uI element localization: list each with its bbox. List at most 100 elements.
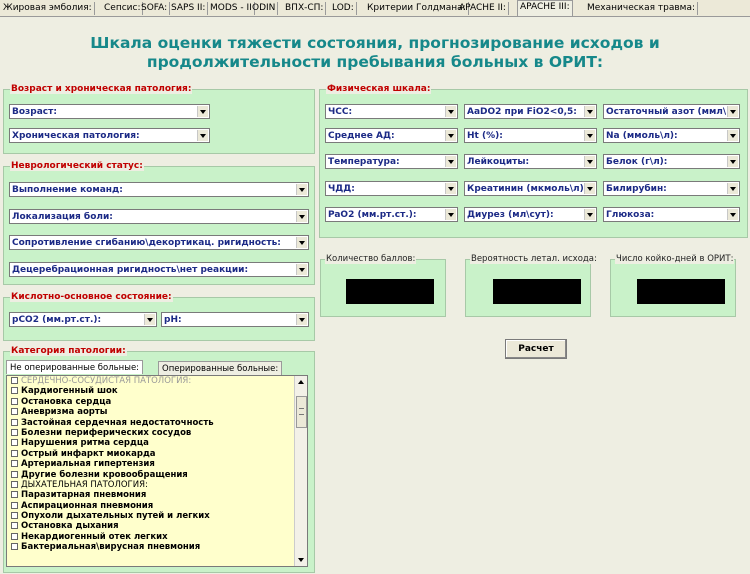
decerebrate-select[interactable]: Децеребрационная ригидность\нет реакции: (9, 262, 309, 277)
chevron-down-icon[interactable] (584, 106, 595, 117)
list-item[interactable]: Аневризма аорты (7, 407, 307, 417)
tab-odin[interactable]: ODIN (250, 2, 279, 15)
chevron-down-icon[interactable] (445, 209, 456, 220)
list-item[interactable]: Аспирационная пневмония (7, 501, 307, 511)
list-item[interactable]: Застойная сердечная недостаточность (7, 418, 307, 428)
tab-apache2[interactable]: APACHE II: (457, 2, 509, 15)
chevron-down-icon[interactable] (727, 183, 738, 194)
sodium-select[interactable]: Na (ммоль\л): (603, 128, 740, 143)
wbc-select[interactable]: Лейкоциты: (464, 154, 597, 169)
chevron-down-icon[interactable] (296, 211, 307, 222)
bun-select[interactable]: Остаточный азот (ммл\л): (603, 104, 740, 119)
tab-mechanical-trauma[interactable]: Механическая травма: (585, 2, 699, 15)
checkbox[interactable] (11, 501, 18, 509)
chevron-down-icon[interactable] (445, 156, 456, 167)
checkbox[interactable] (11, 418, 18, 426)
tab-sofa[interactable]: SOFA: (139, 2, 171, 15)
list-item[interactable]: Бактериальная\вирусная пневмония (7, 542, 307, 552)
tab-non-operated[interactable]: Не оперированные больные: (6, 360, 144, 374)
list-scrollbar[interactable] (294, 376, 307, 566)
pao2-select[interactable]: PaO2 (мм.рт.ст.): (325, 207, 458, 222)
pco2-select[interactable]: рCO2 (мм.рт.ст.): (9, 312, 157, 327)
diuresis-select[interactable]: Диурез (мл\сут): (464, 207, 597, 222)
decorticate-select[interactable]: Сопротивление сгибанию\декортикац. ригид… (9, 235, 309, 250)
tab-operated[interactable]: Оперированные больные: (158, 361, 283, 375)
chevron-down-icon[interactable] (584, 183, 595, 194)
list-item[interactable]: Болезни периферических сосудов (7, 428, 307, 438)
chevron-down-icon[interactable] (727, 106, 738, 117)
chevron-down-icon[interactable] (584, 209, 595, 220)
creatinine-select[interactable]: Креатинин (мкмоль\л): (464, 181, 597, 196)
glucose-select[interactable]: Глюкоза: (603, 207, 740, 222)
checkbox[interactable] (11, 387, 18, 395)
checkbox[interactable] (11, 449, 18, 457)
checkbox[interactable] (11, 491, 18, 499)
pathology-list[interactable]: СЕРДЕЧНО-СОСУДИСТАЯ ПАТОЛОГИЯ: Кардиогенн… (6, 375, 308, 567)
chevron-down-icon[interactable] (296, 314, 307, 325)
chevron-down-icon[interactable] (727, 209, 738, 220)
ph-select[interactable]: pH: (161, 312, 309, 327)
chevron-down-icon[interactable] (144, 314, 155, 325)
tab-fat-embolism[interactable]: Жировая эмболия: (1, 2, 95, 15)
rr-select[interactable]: ЧДД: (325, 181, 458, 196)
list-item[interactable]: Кардиогенный шок (7, 386, 307, 396)
tab-saps2[interactable]: SAPS II: (169, 2, 209, 15)
temperature-select[interactable]: Температура: (325, 154, 458, 169)
chevron-down-icon[interactable] (584, 156, 595, 167)
checkbox[interactable] (11, 532, 18, 540)
list-item[interactable]: Опухоли дыхательных путей и легких (7, 511, 307, 521)
list-item[interactable]: Паразитарная пневмония (7, 490, 307, 500)
protein-select[interactable]: Белок (г\л): (603, 154, 740, 169)
chronic-pathology-select[interactable]: Хроническая патология: (9, 128, 210, 143)
tab-mods2[interactable]: MODS - II (208, 2, 255, 15)
list-item[interactable]: Остановка дыхания (7, 521, 307, 531)
list-category-header[interactable]: ДЫХАТЕЛЬНАЯ ПАТОЛОГИЯ: (7, 480, 307, 490)
checkbox[interactable] (11, 377, 18, 384)
chevron-down-icon[interactable] (445, 130, 456, 141)
chevron-down-icon[interactable] (445, 183, 456, 194)
checkbox[interactable] (11, 470, 18, 478)
chevron-down-icon[interactable] (296, 237, 307, 248)
checkbox[interactable] (11, 512, 18, 520)
checkbox[interactable] (11, 522, 18, 530)
checkbox[interactable] (11, 408, 18, 416)
chevron-down-icon[interactable] (445, 106, 456, 117)
bilirubin-select[interactable]: Билирубин: (603, 181, 740, 196)
checkbox[interactable] (11, 428, 18, 436)
chevron-down-icon[interactable] (727, 156, 738, 167)
checkbox[interactable] (11, 397, 18, 405)
chevron-down-icon[interactable] (197, 130, 208, 141)
commands-select[interactable]: Выполнение команд: (9, 182, 309, 197)
scroll-thumb[interactable] (296, 396, 307, 428)
checkbox[interactable] (11, 480, 18, 488)
list-category-header[interactable]: СЕРДЕЧНО-СОСУДИСТАЯ ПАТОЛОГИЯ: (7, 376, 307, 386)
hr-select[interactable]: ЧСС: (325, 104, 458, 119)
checkbox[interactable] (11, 543, 18, 551)
tab-vph-sp[interactable]: ВПХ-СП: (283, 2, 327, 15)
list-item[interactable]: Остановка сердца (7, 397, 307, 407)
map-select[interactable]: Среднее АД: (325, 128, 458, 143)
list-item[interactable]: Некардиогенный отек легких (7, 532, 307, 542)
list-item[interactable]: Нарушения ритма сердца (7, 438, 307, 448)
tab-lod[interactable]: LOD: (330, 2, 357, 15)
pain-localization-select[interactable]: Локализация боли: (9, 209, 309, 224)
chevron-down-icon[interactable] (197, 106, 208, 117)
chevron-down-icon[interactable] (584, 130, 595, 141)
scroll-down-icon[interactable] (295, 555, 307, 566)
checkbox[interactable] (11, 439, 18, 447)
aado2-select[interactable]: AaDO2 при FiO2<0,5: (464, 104, 597, 119)
tab-sepsis[interactable]: Сепсис: (102, 2, 144, 15)
chevron-down-icon[interactable] (296, 184, 307, 195)
calculate-button[interactable]: Расчет (505, 339, 567, 359)
scroll-up-icon[interactable] (295, 376, 307, 387)
list-item[interactable]: Артериальная гипертензия (7, 459, 307, 469)
list-item[interactable]: Другие болезни кровообращения (7, 470, 307, 480)
age-select[interactable]: Возраст: (9, 104, 210, 119)
chevron-down-icon[interactable] (727, 130, 738, 141)
chevron-down-icon[interactable] (296, 264, 307, 275)
tab-goldman[interactable]: Критерии Голдмана: (365, 2, 469, 15)
ht-select[interactable]: Ht (%): (464, 128, 597, 143)
list-item[interactable]: Острый инфаркт миокарда (7, 449, 307, 459)
tab-apache3[interactable]: APACHE III: (517, 0, 573, 16)
checkbox[interactable] (11, 460, 18, 468)
